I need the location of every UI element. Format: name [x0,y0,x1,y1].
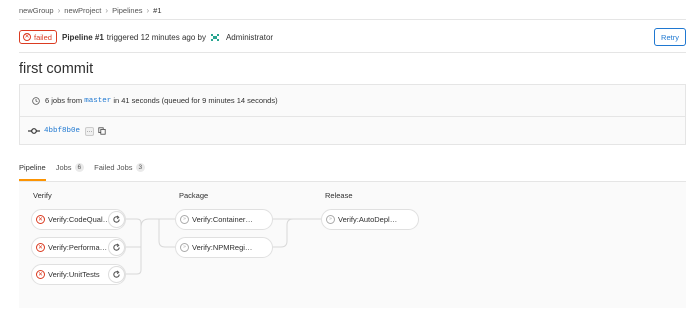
job-name: Verify:Container… [192,215,253,224]
pipeline-title: Pipeline #1 [62,32,104,42]
pipeline-tabs: Pipeline Jobs 6 Failed Jobs 3 [19,154,155,181]
status-label: failed [34,32,52,42]
stage-title-release: Release [325,191,353,200]
skipped-icon: » [180,243,189,252]
tab-jobs[interactable]: Jobs 6 [55,154,85,181]
close-icon: ✕ [23,33,31,41]
failed-jobs-count-badge: 3 [135,163,146,172]
divider [19,19,686,20]
chevron-right-icon: › [105,5,109,15]
chevron-right-icon: › [57,5,61,15]
divider [19,52,686,53]
breadcrumb-pipelines[interactable]: Pipelines [112,6,142,15]
pipeline-info-box: 6 jobs from master in 41 seconds (queued… [19,84,686,145]
tab-label: Pipeline [19,163,46,172]
job-name: Verify:AutoDepl… [338,215,398,224]
commit-icon [28,128,40,134]
commit-sha-link[interactable]: 4bbf8b0e [44,127,80,135]
retry-icon [113,215,120,223]
duration-text: in 41 seconds (queued for 9 minutes 14 s… [113,96,278,105]
job-verify-autodeploy[interactable]: » Verify:AutoDepl… [321,209,419,230]
retry-job-button[interactable] [108,266,125,283]
jobs-count-text: 6 jobs from [45,96,83,105]
avatar-icon[interactable] [209,32,220,42]
job-name: Verify:Performa… [48,243,108,252]
chevron-right-icon: › [146,5,150,15]
breadcrumb-project[interactable]: newProject [64,6,101,15]
tab-label: Jobs [55,163,72,172]
retry-icon [113,270,120,278]
retry-icon [113,243,120,251]
failed-status-icon: ✕ [36,243,45,252]
branch-link[interactable]: master [84,97,111,105]
copy-icon[interactable] [98,127,106,135]
commit-row: 4bbf8b0e … [20,117,685,145]
tab-label: Failed Jobs [94,163,133,172]
jobs-summary: 6 jobs from master in 41 seconds (queued… [20,85,685,117]
job-name: Verify:CodeQual… [48,215,111,224]
breadcrumb-group[interactable]: newGroup [19,6,54,15]
skipped-icon: » [326,215,335,224]
tab-pipeline[interactable]: Pipeline [19,154,46,181]
job-name: Verify:NPMRegi… [192,243,253,252]
pipeline-triggered-text: triggered 12 minutes ago by [106,32,206,42]
expand-commit-button[interactable]: … [85,126,95,136]
breadcrumb-pipeline-id[interactable]: #1 [153,6,161,15]
jobs-count-badge: 6 [74,163,85,172]
job-verify-container[interactable]: » Verify:Container… [175,209,273,230]
user-link[interactable]: Administrator [226,33,273,42]
pipeline-header: Pipeline #1 triggered 12 minutes ago by … [62,32,273,42]
breadcrumb: newGroup › newProject › Pipelines › #1 [19,4,162,16]
stage-title-package: Package [179,191,209,200]
retry-button[interactable]: Retry [654,28,686,46]
pipeline-graph: Verify ✕ Verify:CodeQual… ✕ Verify:Perfo… [19,182,686,308]
failed-status-icon: ✕ [36,215,45,224]
failed-status-icon: ✕ [36,270,45,279]
skipped-icon: » [180,215,189,224]
stage-title-verify: Verify [33,191,52,200]
tab-failed-jobs[interactable]: Failed Jobs 3 [94,154,146,181]
job-name: Verify:UnitTests [48,270,100,279]
retry-job-button[interactable] [108,211,125,228]
commit-title: first commit [19,61,94,77]
status-badge[interactable]: ✕ failed [19,30,57,44]
retry-job-button[interactable] [108,239,125,256]
clock-icon [32,96,40,105]
job-verify-npmregistry[interactable]: » Verify:NPMRegi… [175,237,273,258]
